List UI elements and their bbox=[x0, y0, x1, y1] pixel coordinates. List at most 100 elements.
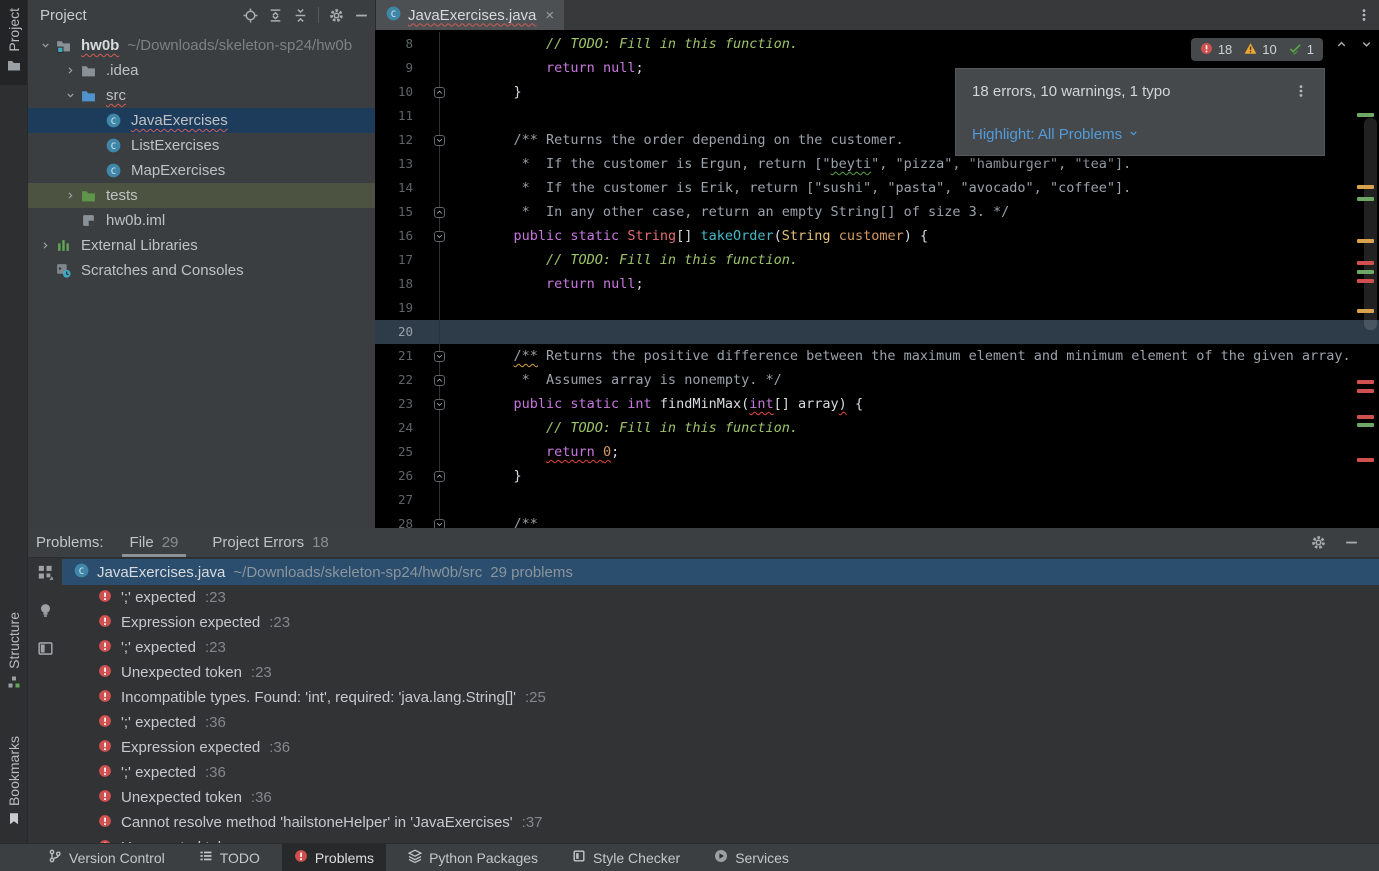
code-line-23[interactable]: 23 public static int findMinMax(int[] ar… bbox=[375, 392, 1379, 416]
line-number[interactable]: 17 bbox=[375, 248, 421, 272]
code-line-28[interactable]: 28 /** bbox=[375, 512, 1379, 528]
problems-hide-button[interactable] bbox=[1344, 535, 1359, 550]
code-line-21[interactable]: 21 /** Returns the positive difference b… bbox=[375, 344, 1379, 368]
problem-row[interactable]: ';' expected:36 bbox=[62, 710, 1379, 735]
line-number[interactable]: 15 bbox=[375, 200, 421, 224]
fold-end-icon[interactable] bbox=[421, 80, 457, 104]
chevron-down-icon[interactable] bbox=[34, 40, 56, 51]
code-line-24[interactable]: 24 // TODO: Fill in this function. bbox=[375, 416, 1379, 440]
error-count-badge[interactable]: 18 bbox=[1200, 42, 1232, 58]
editor-scrollbar-thumb[interactable] bbox=[1364, 118, 1377, 330]
problem-row[interactable]: Unexpected token bbox=[62, 835, 1379, 843]
tree-item-mapexercises[interactable]: CMapExercises bbox=[28, 158, 375, 183]
problem-row[interactable]: Unexpected token:23 bbox=[62, 660, 1379, 685]
problems-tab-file[interactable]: File29 bbox=[126, 528, 183, 557]
problems-file-row[interactable]: C JavaExercises.java ~/Downloads/skeleto… bbox=[62, 559, 1379, 585]
fold-start-icon[interactable] bbox=[421, 344, 457, 368]
chevron-right-icon[interactable] bbox=[59, 65, 81, 76]
error-stripe-red[interactable] bbox=[1357, 279, 1374, 283]
line-number[interactable]: 23 bbox=[375, 392, 421, 416]
problems-tab-project-errors[interactable]: Project Errors18 bbox=[208, 528, 332, 557]
code-line-27[interactable]: 27 bbox=[375, 488, 1379, 512]
tree-item-tests[interactable]: tests bbox=[28, 183, 375, 208]
highlight-level-dropdown[interactable]: Highlight: All Problems bbox=[956, 113, 1324, 155]
code-line-25[interactable]: 25 return 0; bbox=[375, 440, 1379, 464]
lightbulb-icon[interactable] bbox=[37, 602, 54, 624]
tool-tab-bookmarks[interactable]: Bookmarks bbox=[0, 728, 28, 839]
line-number[interactable]: 14 bbox=[375, 176, 421, 200]
chevron-right-icon[interactable] bbox=[59, 190, 81, 201]
code-line-15[interactable]: 15 * In any other case, return an empty … bbox=[375, 200, 1379, 224]
error-stripe-red[interactable] bbox=[1357, 380, 1374, 384]
project-view-switcher[interactable]: Project bbox=[34, 7, 93, 24]
next-problem-button[interactable] bbox=[1360, 38, 1373, 56]
tree-item-external-libraries[interactable]: External Libraries bbox=[28, 233, 375, 258]
error-stripe-red[interactable] bbox=[1357, 415, 1374, 419]
code-line-18[interactable]: 18 return null; bbox=[375, 272, 1379, 296]
tree-item-listexercises[interactable]: CListExercises bbox=[28, 133, 375, 158]
line-number[interactable]: 24 bbox=[375, 416, 421, 440]
problem-row[interactable]: Expression expected:36 bbox=[62, 735, 1379, 760]
tree-item--idea[interactable]: .idea bbox=[28, 58, 375, 83]
locate-file-button[interactable] bbox=[243, 8, 258, 23]
error-stripe-red[interactable] bbox=[1357, 458, 1374, 462]
statusbar-item-version-control[interactable]: Version Control bbox=[36, 844, 177, 871]
line-number[interactable]: 10 bbox=[375, 80, 421, 104]
hide-panel-button[interactable] bbox=[354, 8, 369, 23]
settings-gear-button[interactable] bbox=[329, 8, 344, 23]
line-number[interactable]: 20 bbox=[375, 320, 421, 344]
line-number[interactable]: 28 bbox=[375, 512, 421, 528]
fold-start-icon[interactable] bbox=[421, 512, 457, 528]
problem-row[interactable]: ';' expected:36 bbox=[62, 760, 1379, 785]
tree-item-javaexercises[interactable]: CJavaExercises bbox=[28, 108, 375, 133]
code-line-17[interactable]: 17 // TODO: Fill in this function. bbox=[375, 248, 1379, 272]
tree-item-hw0b-iml[interactable]: hw0b.iml bbox=[28, 208, 375, 233]
code-line-14[interactable]: 14 * If the customer is Erik, return ["s… bbox=[375, 176, 1379, 200]
line-number[interactable]: 21 bbox=[375, 344, 421, 368]
chevron-down-icon[interactable] bbox=[59, 90, 81, 101]
statusbar-item-services[interactable]: Services bbox=[702, 844, 801, 871]
problems-settings-gear-button[interactable] bbox=[1311, 535, 1326, 550]
fold-start-icon[interactable] bbox=[421, 392, 457, 416]
error-stripe-green[interactable] bbox=[1357, 197, 1374, 201]
fold-end-icon[interactable] bbox=[421, 368, 457, 392]
line-number[interactable]: 22 bbox=[375, 368, 421, 392]
line-number[interactable]: 13 bbox=[375, 152, 421, 176]
tree-item-scratches-and-consoles[interactable]: Scratches and Consoles bbox=[28, 258, 375, 283]
chevron-right-icon[interactable] bbox=[34, 240, 56, 251]
line-number[interactable]: 27 bbox=[375, 488, 421, 512]
problem-row[interactable]: Cannot resolve method 'hailstoneHelper' … bbox=[62, 810, 1379, 835]
inspection-widget[interactable]: 18 10 1 bbox=[1191, 38, 1323, 61]
line-number[interactable]: 11 bbox=[375, 104, 421, 128]
line-number[interactable]: 25 bbox=[375, 440, 421, 464]
line-number[interactable]: 18 bbox=[375, 272, 421, 296]
close-tab-icon[interactable]: × bbox=[545, 7, 554, 24]
code-line-20[interactable]: 20 bbox=[375, 320, 1379, 344]
fold-start-icon[interactable] bbox=[421, 224, 457, 248]
tool-tab-project[interactable]: Project bbox=[0, 0, 27, 85]
error-stripe-orange[interactable] bbox=[1357, 309, 1374, 313]
line-number[interactable]: 12 bbox=[375, 128, 421, 152]
expand-all-button[interactable] bbox=[268, 8, 283, 23]
statusbar-item-problems[interactable]: Problems bbox=[282, 844, 386, 871]
problem-row[interactable]: ';' expected:23 bbox=[62, 585, 1379, 610]
editor-tab-javaexercises[interactable]: C JavaExercises.java × bbox=[376, 0, 564, 30]
fold-start-icon[interactable] bbox=[421, 128, 457, 152]
statusbar-item-python-packages[interactable]: Python Packages bbox=[396, 844, 550, 871]
popup-kebab-icon[interactable] bbox=[1294, 84, 1308, 98]
error-stripe-orange[interactable] bbox=[1357, 185, 1374, 189]
tree-item-src[interactable]: src bbox=[28, 83, 375, 108]
code-line-19[interactable]: 19 bbox=[375, 296, 1379, 320]
problem-row[interactable]: Unexpected token:36 bbox=[62, 785, 1379, 810]
typo-count-badge[interactable]: 1 bbox=[1289, 42, 1314, 58]
line-number[interactable]: 26 bbox=[375, 464, 421, 488]
statusbar-item-style-checker[interactable]: Style Checker bbox=[560, 844, 692, 871]
preview-panel-icon[interactable] bbox=[37, 640, 54, 662]
error-stripe-green[interactable] bbox=[1357, 423, 1374, 427]
previous-problem-button[interactable] bbox=[1335, 38, 1348, 56]
problem-row[interactable]: Expression expected:23 bbox=[62, 610, 1379, 635]
collapse-all-button[interactable] bbox=[293, 8, 308, 23]
tree-item-hw0b[interactable]: hw0b~/Downloads/skeleton-sp24/hw0b bbox=[28, 33, 375, 58]
line-number[interactable]: 9 bbox=[375, 56, 421, 80]
error-stripe-green[interactable] bbox=[1357, 270, 1374, 274]
